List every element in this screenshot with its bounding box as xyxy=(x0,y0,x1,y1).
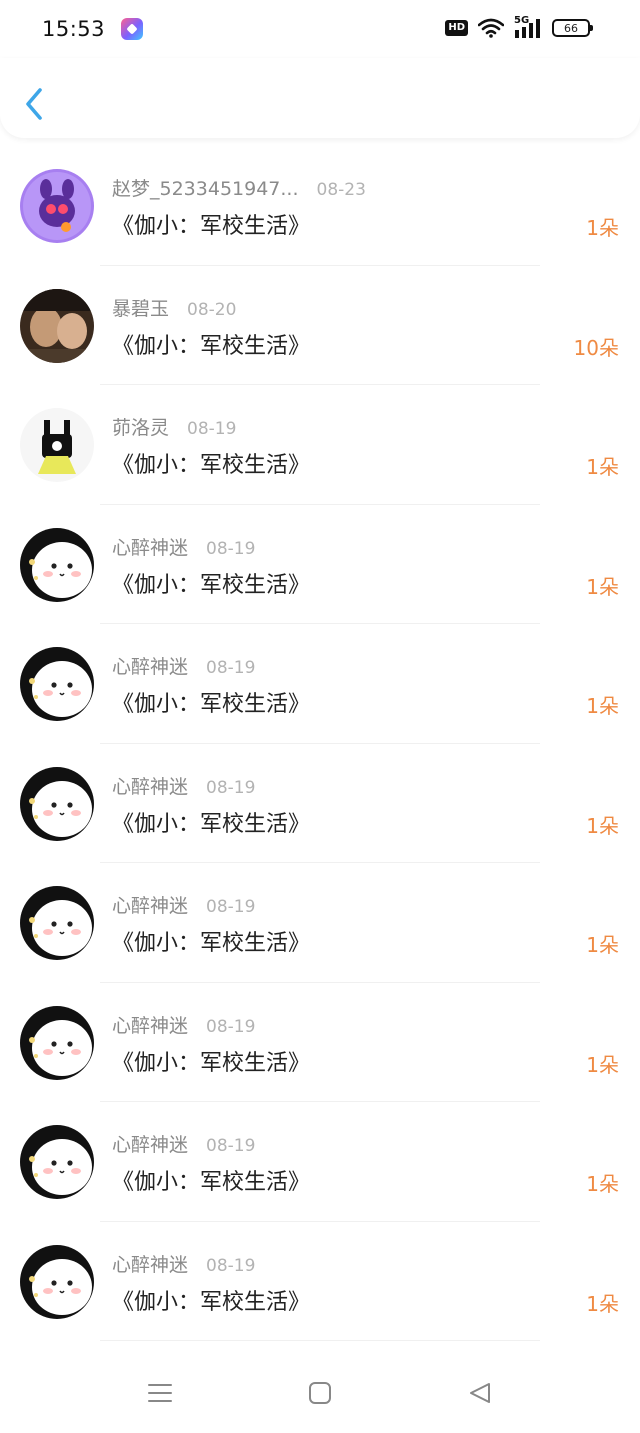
home-square-icon xyxy=(309,1382,331,1404)
book-title: 《伽小：军校生活》 xyxy=(112,214,311,239)
back-triangle-icon xyxy=(470,1383,490,1403)
name-line: 心醉神迷 08-19 xyxy=(112,652,255,679)
book-title: 《伽小：军校生活》 xyxy=(112,811,311,837)
top-header xyxy=(0,58,640,138)
name-line: 茆洛灵 08-19 xyxy=(112,413,236,440)
gift-record-row[interactable]: 心醉神迷 08-19 《伽小：军校生活》 1朵 xyxy=(0,1102,640,1222)
book-title: 《伽小：军校生活》 xyxy=(112,1170,311,1195)
avatar[interactable] xyxy=(20,886,94,960)
name-line: 心醉神迷 08-19 xyxy=(112,1250,255,1277)
name-line: 心醉神迷 08-19 xyxy=(112,533,255,560)
back-nav-button[interactable] xyxy=(460,1373,500,1413)
flower-count: 10朵 xyxy=(573,335,619,360)
book-title: 《伽小：军校生活》 xyxy=(112,453,311,478)
user-name: 心醉神迷 xyxy=(112,536,189,559)
gift-date: 08-19 xyxy=(187,419,237,439)
gift-record-row[interactable]: 心醉神迷 08-19 《伽小：军校生活》 1朵 xyxy=(0,505,640,625)
gift-record-row[interactable]: 暴碧玉 08-20 《伽小：军校生活》 10朵 xyxy=(0,266,640,386)
gift-date: 08-19 xyxy=(206,1255,256,1276)
gift-record-row[interactable]: 心醉神迷 08-19 《伽小：军校生活》 1朵 xyxy=(0,744,640,864)
name-line: 心醉神迷 08-19 xyxy=(112,1130,255,1157)
gift-date: 08-19 xyxy=(206,658,256,678)
flower-count: 1朵 xyxy=(586,1172,619,1196)
user-name: 心醉神迷 xyxy=(112,656,189,678)
chevron-left-icon xyxy=(26,88,42,120)
gift-record-row[interactable]: 心醉神迷 08-19 《伽小：军校生活》 1朵 xyxy=(0,863,640,983)
status-icons: HD 5G 66 xyxy=(445,15,593,39)
avatar[interactable] xyxy=(20,1125,94,1199)
flower-count: 1朵 xyxy=(586,1291,619,1316)
gift-record-row[interactable]: 心醉神迷 08-19 《伽小：军校生活》 1朵 xyxy=(0,1222,640,1342)
status-time: 15:53 xyxy=(42,17,106,41)
name-line: 心醉神迷 08-19 xyxy=(112,1011,255,1038)
avatar[interactable] xyxy=(20,766,94,841)
gift-record-row[interactable]: 茆洛灵 08-19 《伽小：军校生活》 1朵 xyxy=(0,385,640,505)
user-name: 心醉神迷 xyxy=(112,775,189,798)
user-name: 茆洛灵 xyxy=(112,417,170,439)
flower-count: 1朵 xyxy=(586,813,619,838)
name-line: 心醉神迷 08-19 xyxy=(112,772,255,799)
flower-count: 1朵 xyxy=(586,574,619,599)
user-name: 赵梦_5233451947... xyxy=(112,178,299,200)
flower-count: 1朵 xyxy=(586,455,619,479)
name-line: 赵梦_5233451947... 08-23 xyxy=(112,174,366,201)
avatar[interactable] xyxy=(20,169,94,243)
status-bar: 15:53 HD 5G 66 xyxy=(0,0,640,58)
gift-record-row[interactable]: 心醉神迷 08-19 《伽小：军校生活》 1朵 xyxy=(0,624,640,744)
gift-record-list: 赵梦_5233451947... 08-23 《伽小：军校生活》 1朵 暴碧玉 08-20… xyxy=(0,146,640,1341)
battery-icon: 66 xyxy=(552,19,593,37)
gift-date: 08-19 xyxy=(206,777,256,798)
wifi-icon xyxy=(478,18,504,38)
gift-date: 08-20 xyxy=(187,299,237,320)
home-button[interactable] xyxy=(300,1373,340,1413)
gift-date: 08-23 xyxy=(316,180,366,200)
avatar[interactable] xyxy=(20,527,94,602)
hd-icon: HD xyxy=(445,20,468,36)
signal-icon: 5G xyxy=(514,15,542,39)
gift-record-row[interactable]: 赵梦_5233451947... 08-23 《伽小：军校生活》 1朵 xyxy=(0,146,640,266)
book-title: 《伽小：军校生活》 xyxy=(112,572,311,598)
gift-record-row[interactable]: 心醉神迷 08-19 《伽小：军校生活》 1朵 xyxy=(0,983,640,1103)
gift-date: 08-19 xyxy=(206,897,256,917)
flower-count: 1朵 xyxy=(586,216,619,240)
name-line: 心醉神迷 08-19 xyxy=(112,891,255,918)
name-line: 暴碧玉 08-20 xyxy=(112,294,236,321)
avatar[interactable] xyxy=(20,1005,94,1080)
menu-button[interactable] xyxy=(140,1373,180,1413)
avatar[interactable] xyxy=(20,288,94,363)
avatar[interactable] xyxy=(20,647,94,721)
user-name: 心醉神迷 xyxy=(112,895,189,917)
gift-date: 08-19 xyxy=(206,538,256,559)
book-title: 《伽小：军校生活》 xyxy=(112,931,311,956)
book-title: 《伽小：军校生活》 xyxy=(112,333,311,359)
book-title: 《伽小：军校生活》 xyxy=(112,692,311,717)
app-notification-icon xyxy=(121,18,144,40)
book-title: 《伽小：军校生活》 xyxy=(112,1050,311,1076)
avatar[interactable] xyxy=(20,408,94,482)
flower-count: 1朵 xyxy=(586,933,619,957)
gift-date: 08-19 xyxy=(206,1016,256,1037)
user-name: 心醉神迷 xyxy=(112,1253,189,1276)
menu-icon xyxy=(148,1384,172,1402)
gift-date: 08-19 xyxy=(206,1136,256,1156)
back-button[interactable] xyxy=(22,86,46,122)
flower-count: 1朵 xyxy=(586,694,619,718)
user-name: 心醉神迷 xyxy=(112,1134,189,1156)
user-name: 心醉神迷 xyxy=(112,1014,189,1037)
book-title: 《伽小：军校生活》 xyxy=(112,1289,311,1315)
flower-count: 1朵 xyxy=(586,1052,619,1077)
user-name: 暴碧玉 xyxy=(112,297,170,320)
system-nav-bar xyxy=(0,1353,640,1433)
avatar[interactable] xyxy=(20,1244,94,1319)
